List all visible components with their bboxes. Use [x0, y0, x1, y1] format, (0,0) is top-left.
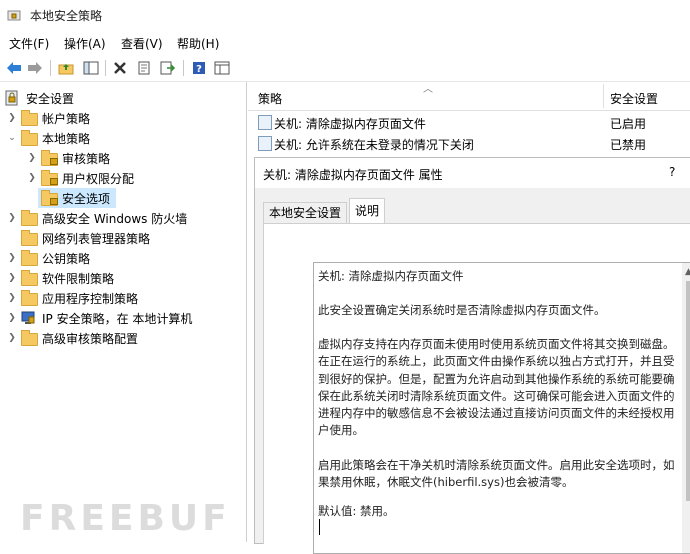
back-icon[interactable] — [5, 59, 23, 77]
chevron-right-icon[interactable]: ❯ — [6, 293, 18, 303]
chevron-right-icon[interactable]: ❯ — [6, 253, 18, 263]
tree-item-software-restriction[interactable]: ❯ 软件限制策略 — [6, 268, 114, 288]
title-bar: 本地安全策略 — [0, 0, 690, 30]
tab-local-setting[interactable]: 本地安全设置 — [263, 202, 348, 223]
delete-icon[interactable] — [111, 59, 129, 77]
folder-icon — [20, 110, 38, 126]
folder-icon — [20, 290, 38, 306]
table-row[interactable]: 关机: 清除虚拟内存页面文件 已启用 — [248, 112, 690, 132]
toolbar-separator — [105, 60, 106, 76]
folder-icon — [20, 230, 38, 246]
sort-ascending-icon: ︿ — [423, 84, 433, 95]
view-icon[interactable] — [213, 59, 231, 77]
explain-text[interactable]: 关机: 清除虚拟内存页面文件 此安全设置确定关闭系统时是否清除虚拟内存页面文件。… — [313, 262, 690, 554]
chevron-right-icon[interactable]: ❯ — [6, 113, 18, 123]
chevron-right-icon[interactable]: ❯ — [6, 333, 18, 343]
menu-bar: 文件(F) 操作(A) 查看(V) 帮助(H) — [0, 32, 690, 54]
toolbar-separator — [183, 60, 184, 76]
export-icon[interactable] — [159, 59, 177, 77]
scroll-up-icon[interactable]: ▲ — [685, 267, 690, 277]
ip-security-icon — [20, 310, 38, 326]
properties-dialog: 关机: 清除虚拟内存页面文件 属性 ? 本地安全设置 说明 关机: 清除虚拟内存… — [254, 157, 690, 554]
dialog-title-bar: 关机: 清除虚拟内存页面文件 属性 ? — [255, 158, 690, 188]
dialog-help-button[interactable]: ? — [669, 165, 675, 179]
table-row[interactable]: 关机: 允许系统在未登录的情况下关闭 已禁用 — [248, 133, 690, 153]
properties-icon[interactable] — [135, 59, 153, 77]
navigation-tree: 安全设置 ❯ 帐户策略 ⌄ 本地策略 ❯ 审核策略 ❯ 用户权限分配 安全选项 … — [0, 82, 247, 542]
scroll-thumb[interactable] — [686, 281, 690, 501]
folder-icon — [20, 270, 38, 286]
explain-default-value: 默认值: 禁用。 — [318, 504, 395, 518]
up-folder-icon[interactable] — [57, 59, 75, 77]
explain-paragraph: 启用此策略会在干净关机时清除系统页面文件。启用此安全选项时，如果禁用休眠，休眠文… — [318, 458, 675, 490]
menu-file[interactable]: 文件(F) — [9, 35, 49, 52]
folder-icon — [20, 330, 38, 346]
vertical-scrollbar[interactable]: ▲ — [682, 263, 690, 553]
toolbar: ? — [0, 55, 690, 82]
chevron-down-icon[interactable]: ⌄ — [6, 133, 18, 143]
chevron-right-icon[interactable]: ❯ — [26, 153, 38, 163]
chevron-right-icon[interactable]: ❯ — [6, 213, 18, 223]
tree-item-audit-policy[interactable]: ❯ 审核策略 — [26, 148, 110, 168]
dialog-title: 关机: 清除虚拟内存页面文件 属性 — [263, 168, 443, 182]
menu-action[interactable]: 操作(A) — [64, 35, 106, 52]
forward-icon[interactable] — [26, 59, 44, 77]
tree-item-windows-firewall[interactable]: ❯ 高级安全 Windows 防火墙 — [6, 208, 187, 228]
tree-item-public-key[interactable]: ❯ 公钥策略 — [6, 248, 90, 268]
menu-view[interactable]: 查看(V) — [121, 35, 163, 52]
watermark: FREEBUF — [20, 498, 231, 539]
column-divider[interactable] — [603, 84, 604, 108]
explain-tab-page: 关机: 清除虚拟内存页面文件 此安全设置确定关闭系统时是否清除虚拟内存页面文件。… — [263, 223, 690, 554]
chevron-right-icon[interactable]: ❯ — [6, 273, 18, 283]
explain-paragraph: 此安全设置确定关闭系统时是否清除虚拟内存页面文件。 — [318, 303, 606, 317]
folder-icon — [20, 250, 38, 266]
help-icon[interactable]: ? — [190, 59, 208, 77]
text-caret — [319, 519, 320, 535]
tree-item-ip-security[interactable]: ❯ IP 安全策略，在 本地计算机 — [6, 308, 192, 328]
window-title: 本地安全策略 — [30, 9, 103, 23]
policy-item-icon — [258, 136, 272, 151]
column-header-setting[interactable]: 安全设置 — [610, 90, 658, 107]
tree-item-advanced-audit[interactable]: ❯ 高级审核策略配置 — [6, 328, 138, 348]
tree-item-local-policies[interactable]: ⌄ 本地策略 — [6, 128, 90, 148]
show-tree-icon[interactable] — [82, 59, 100, 77]
toolbar-separator — [50, 60, 51, 76]
tree-item-network-list[interactable]: 网络列表管理器策略 — [18, 228, 150, 248]
locked-folder-icon — [40, 150, 58, 166]
security-policy-app-icon — [7, 8, 21, 22]
locked-folder-icon — [40, 190, 58, 206]
tab-explain[interactable]: 说明 — [349, 198, 386, 224]
chevron-right-icon[interactable]: ❯ — [26, 173, 38, 183]
menu-help[interactable]: 帮助(H) — [177, 35, 219, 52]
locked-folder-icon — [40, 170, 58, 186]
tree-item-security-options[interactable]: 安全选项 — [38, 188, 117, 208]
tree-item-security-settings[interactable]: 安全设置 — [4, 88, 74, 108]
tree-item-user-rights[interactable]: ❯ 用户权限分配 — [26, 168, 134, 188]
tree-item-app-control[interactable]: ❯ 应用程序控制策略 — [6, 288, 138, 308]
explain-heading: 关机: 清除虚拟内存页面文件 — [318, 269, 464, 283]
tree-item-account-policies[interactable]: ❯ 帐户策略 — [6, 108, 90, 128]
chevron-right-icon[interactable]: ❯ — [6, 313, 18, 323]
policy-item-icon — [258, 115, 272, 130]
column-header-policy[interactable]: 策略 — [258, 90, 282, 107]
folder-icon — [20, 130, 38, 146]
security-settings-icon — [4, 90, 22, 106]
explain-paragraph: 虚拟内存支持在内存页面未使用时使用系统页面文件将其交换到磁盘。在正在运行的系统上… — [318, 337, 675, 438]
list-header: ︿ 策略 安全设置 — [248, 82, 690, 111]
folder-icon — [20, 210, 38, 226]
svg-text:?: ? — [196, 64, 202, 75]
